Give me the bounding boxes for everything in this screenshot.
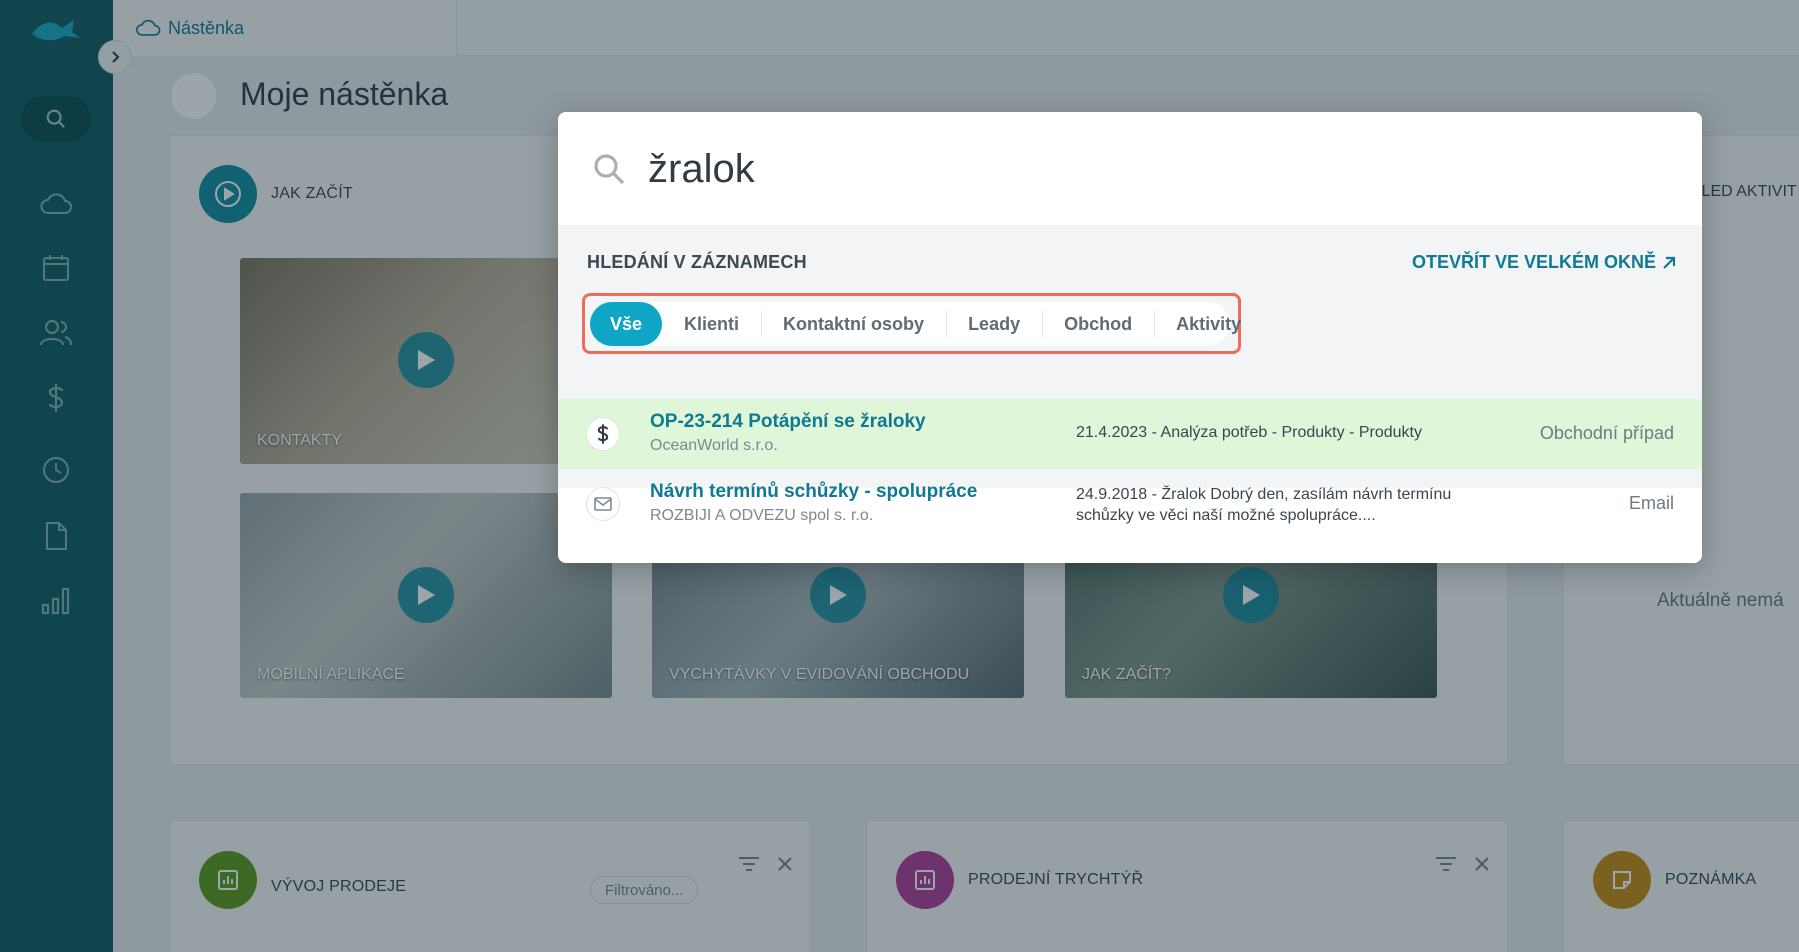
search-input[interactable]	[648, 136, 1648, 202]
dollar-icon	[586, 417, 620, 451]
result-type: Email	[1628, 493, 1674, 513]
open-large-window-link[interactable]: OTEVŘÍT VE VELKÉM OKNĚ	[1412, 252, 1676, 273]
tab-contacts[interactable]: Kontaktní osoby	[761, 302, 946, 346]
result-title[interactable]: OP-23-214 Potápění se žraloky	[650, 411, 926, 433]
result-row[interactable]: OP-23-214 Potápění se žraloky OceanWorld…	[558, 399, 1702, 469]
search-modal: HLEDÁNÍ V ZÁZNAMECH OTEVŘÍT VE VELKÉM OK…	[558, 112, 1702, 563]
tab-deals[interactable]: Obchod	[1042, 302, 1154, 346]
tab-clients[interactable]: Klienti	[662, 302, 761, 346]
result-title[interactable]: Návrh termínů schůzky - spolupráce	[650, 481, 977, 503]
tab-all[interactable]: Vše	[590, 302, 663, 346]
filter-tabs-highlight: Vše Klienti Kontaktní osoby Leady Obchod…	[582, 293, 1241, 354]
search-bar	[558, 112, 1702, 225]
result-row[interactable]: Návrh termínů schůzky - spolupráce ROZBI…	[558, 469, 1702, 539]
result-type: Obchodní případ	[1539, 423, 1674, 443]
section-title: HLEDÁNÍ V ZÁZNAMECH	[587, 252, 807, 272]
open-large-window-label: OTEVŘÍT VE VELKÉM OKNĚ	[1411, 252, 1656, 272]
result-description: 21.4.2023 - Analýza potřeb - Produkty - …	[1076, 424, 1422, 441]
result-description: 24.9.2018 - Žralok Dobrý den, zasílám ná…	[1076, 486, 1452, 524]
filter-tabs: Vše Klienti Kontaktní osoby Leady Obchod…	[590, 302, 1241, 346]
arrow-up-right-icon	[1663, 256, 1676, 269]
tab-activities[interactable]: Aktivity	[1154, 302, 1263, 346]
result-subtitle: OceanWorld s.r.o.	[650, 437, 778, 454]
mail-icon	[586, 487, 620, 521]
result-subtitle: ROZBIJI A ODVEZU spol s. r.o.	[650, 507, 874, 524]
search-results: OP-23-214 Potápění se žraloky OceanWorld…	[558, 399, 1702, 539]
search-icon	[594, 154, 625, 185]
tab-leads[interactable]: Leady	[946, 302, 1042, 346]
